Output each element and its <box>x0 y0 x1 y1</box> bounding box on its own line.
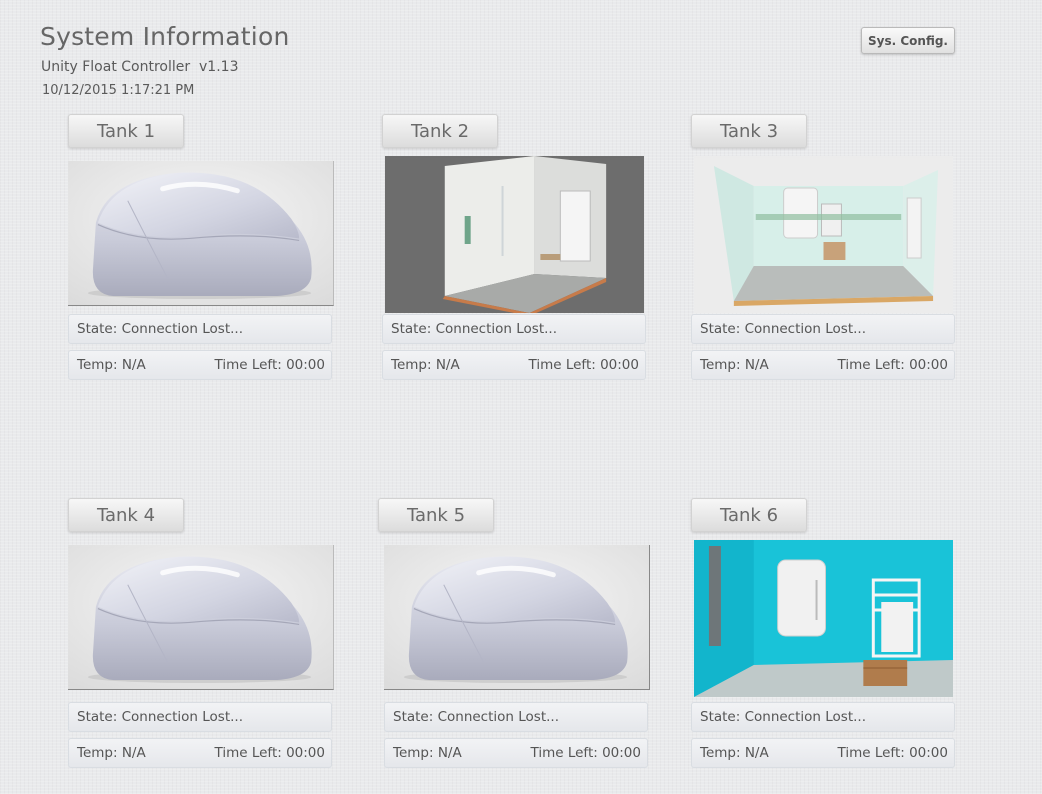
float-pod-image[interactable] <box>384 545 650 690</box>
tank-info-bar: Temp: N/A Time Left: 00:00 <box>382 350 646 380</box>
tank-time-left: Time Left: 00:00 <box>837 357 948 373</box>
current-datetime: 10/12/2015 1:17:21 PM <box>42 83 195 98</box>
tank-temp: Temp: N/A <box>77 357 146 373</box>
tank-time-left: Time Left: 00:00 <box>528 357 639 373</box>
sys-config-button[interactable]: Sys. Config. <box>861 27 955 54</box>
tank-info-bar: Temp: N/A Time Left: 00:00 <box>691 350 955 380</box>
tank-state: State: Connection Lost... <box>382 314 646 344</box>
float-room-image[interactable] <box>694 540 953 697</box>
tank-state: State: Connection Lost... <box>691 702 955 732</box>
float-pod-image[interactable] <box>68 161 334 306</box>
tank-state: State: Connection Lost... <box>68 314 332 344</box>
tank-tab[interactable]: Tank 3 <box>691 114 807 148</box>
tank-tab[interactable]: Tank 5 <box>378 498 494 532</box>
tank-time-left: Time Left: 00:00 <box>837 745 948 761</box>
tank-temp: Temp: N/A <box>391 357 460 373</box>
tank-tab[interactable]: Tank 6 <box>691 498 807 532</box>
tank-time-left: Time Left: 00:00 <box>214 357 325 373</box>
tank-time-left: Time Left: 00:00 <box>214 745 325 761</box>
tank-tab[interactable]: Tank 4 <box>68 498 184 532</box>
float-pod-image[interactable] <box>68 545 334 690</box>
tank-temp: Temp: N/A <box>700 745 769 761</box>
tank-temp: Temp: N/A <box>77 745 146 761</box>
tank-info-bar: Temp: N/A Time Left: 00:00 <box>68 738 332 768</box>
tank-state: State: Connection Lost... <box>691 314 955 344</box>
tank-info-bar: Temp: N/A Time Left: 00:00 <box>68 350 332 380</box>
tank-state: State: Connection Lost... <box>68 702 332 732</box>
tank-temp: Temp: N/A <box>393 745 462 761</box>
float-room-image[interactable] <box>694 156 953 313</box>
page-title: System Information <box>40 22 290 51</box>
tank-temp: Temp: N/A <box>700 357 769 373</box>
controller-version: Unity Float Controller v1.13 <box>41 59 239 75</box>
tank-tab[interactable]: Tank 2 <box>382 114 498 148</box>
tank-state: State: Connection Lost... <box>384 702 648 732</box>
tank-info-bar: Temp: N/A Time Left: 00:00 <box>691 738 955 768</box>
tank-tab[interactable]: Tank 1 <box>68 114 184 148</box>
tank-info-bar: Temp: N/A Time Left: 00:00 <box>384 738 648 768</box>
tank-time-left: Time Left: 00:00 <box>530 745 641 761</box>
float-room-image[interactable] <box>385 156 644 313</box>
